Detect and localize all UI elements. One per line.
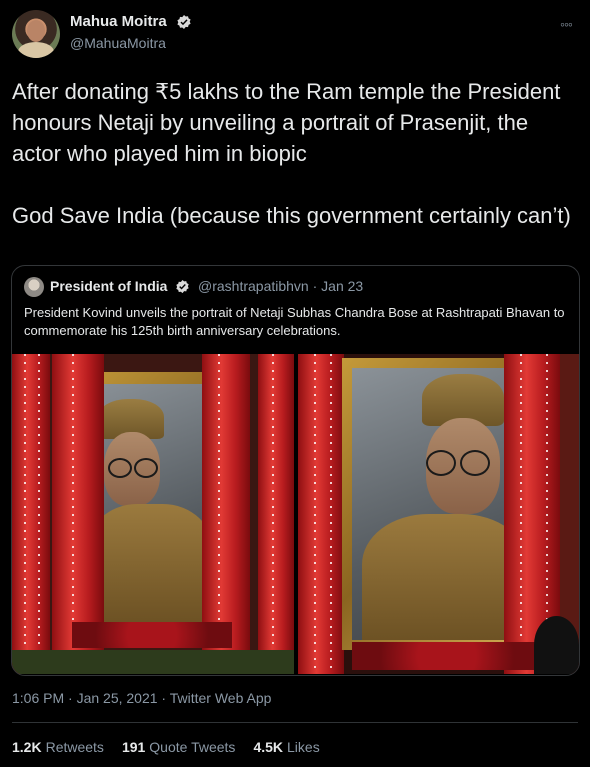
avatar-shirt <box>18 42 54 58</box>
likes-label: Likes <box>287 739 320 755</box>
divider <box>12 722 578 723</box>
quoted-author-name: President of India <box>50 278 168 294</box>
quoted-verified-badge-icon <box>176 279 189 294</box>
garland <box>38 354 40 674</box>
quote-tweets-stat[interactable]: 191 Quote Tweets <box>122 739 236 755</box>
retweets-count: 1.2K <box>12 739 42 755</box>
garland <box>330 354 332 674</box>
curtain-right <box>258 354 294 674</box>
likes-count: 4.5K <box>253 739 284 755</box>
quoted-tweet-card[interactable]: President of India @rashtrapatibhvn · Ja… <box>11 265 580 676</box>
person-shoulder <box>534 616 579 674</box>
garland <box>272 354 274 674</box>
quote-tweets-count: 191 <box>121 739 146 755</box>
curtain-left <box>12 354 50 674</box>
portrait-glasses <box>460 450 490 476</box>
quoted-tweet-text: President Kovind unveils the portrait of… <box>24 305 565 338</box>
avatar-face <box>27 20 45 42</box>
retweets-label: Retweets <box>45 739 104 755</box>
rose-petals <box>352 642 542 670</box>
retweets-stat[interactable]: 1.2K Retweets <box>12 739 104 755</box>
tweet-timestamp[interactable]: 1:06 PM · Jan 25, 2021 · Twitter Web App <box>12 690 271 706</box>
portrait-glasses <box>108 458 132 478</box>
author-handle[interactable]: @MahuaMoitra <box>70 35 166 51</box>
tweet-text: After donating ₹5 lakhs to the Ram templ… <box>12 79 571 228</box>
curtain-left <box>298 354 344 674</box>
author-avatar[interactable] <box>12 10 60 58</box>
garland <box>520 354 522 674</box>
quoted-photo-left[interactable] <box>12 354 294 674</box>
quoted-photo-right[interactable] <box>298 354 579 674</box>
plants <box>12 650 294 674</box>
portrait-uniform <box>86 504 214 622</box>
quote-tweets-label: Quote Tweets <box>149 739 236 755</box>
tweet-stats: 1.2K Retweets 191 Quote Tweets 4.5K Likes <box>12 739 320 755</box>
rose-petals <box>72 622 232 648</box>
quoted-author-avatar <box>24 277 44 297</box>
verified-badge-icon <box>177 15 191 29</box>
garland <box>314 354 316 674</box>
author-display-name[interactable]: Mahua Moitra <box>70 13 167 30</box>
likes-stat[interactable]: 4.5K Likes <box>253 739 319 755</box>
portrait-glasses <box>134 458 158 478</box>
garland <box>24 354 26 674</box>
portrait-glasses <box>426 450 456 476</box>
quoted-handle-date: @rashtrapatibhvn · Jan 23 <box>198 278 364 294</box>
more-horizontal-icon[interactable]: ◦◦◦ <box>560 16 573 32</box>
